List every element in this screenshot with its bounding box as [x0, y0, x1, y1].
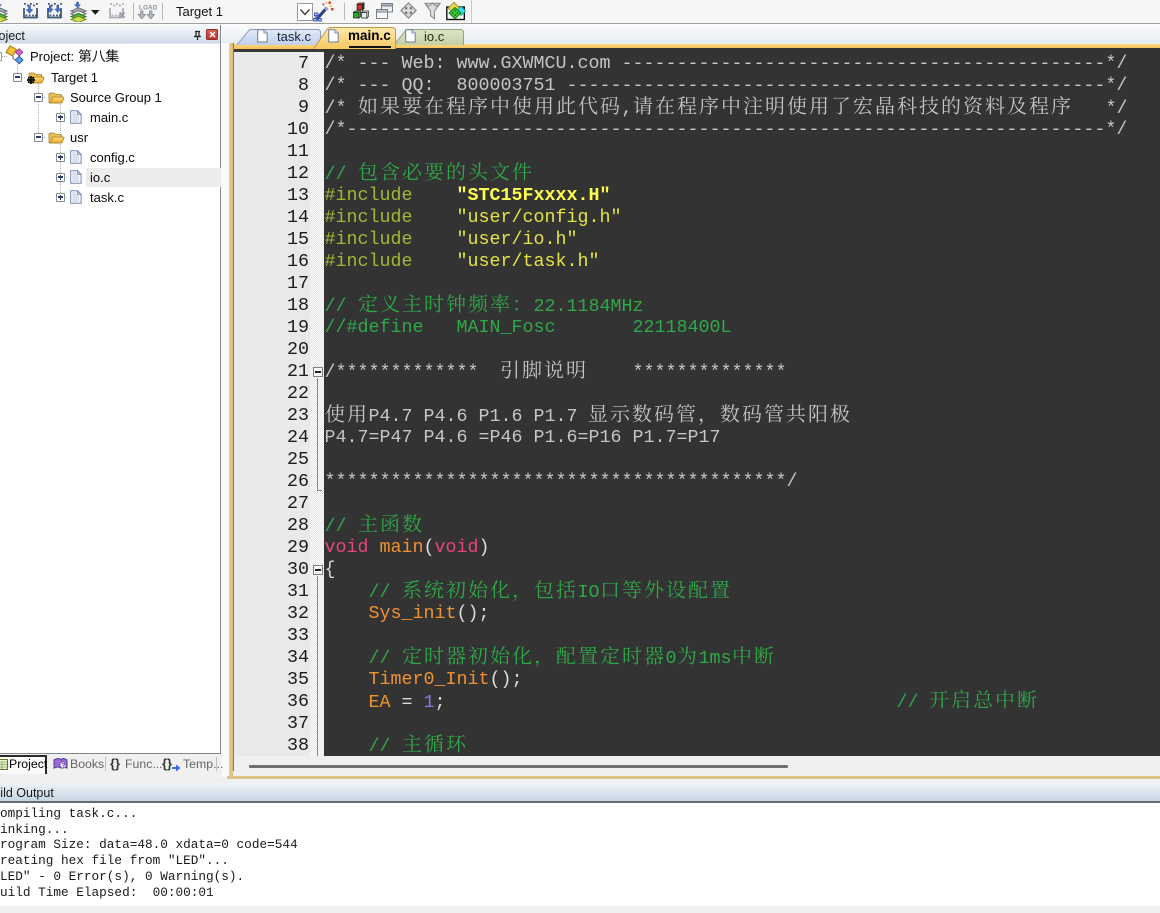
svg-text:LOAD: LOAD — [139, 6, 158, 12]
svg-text:?: ? — [62, 763, 66, 770]
